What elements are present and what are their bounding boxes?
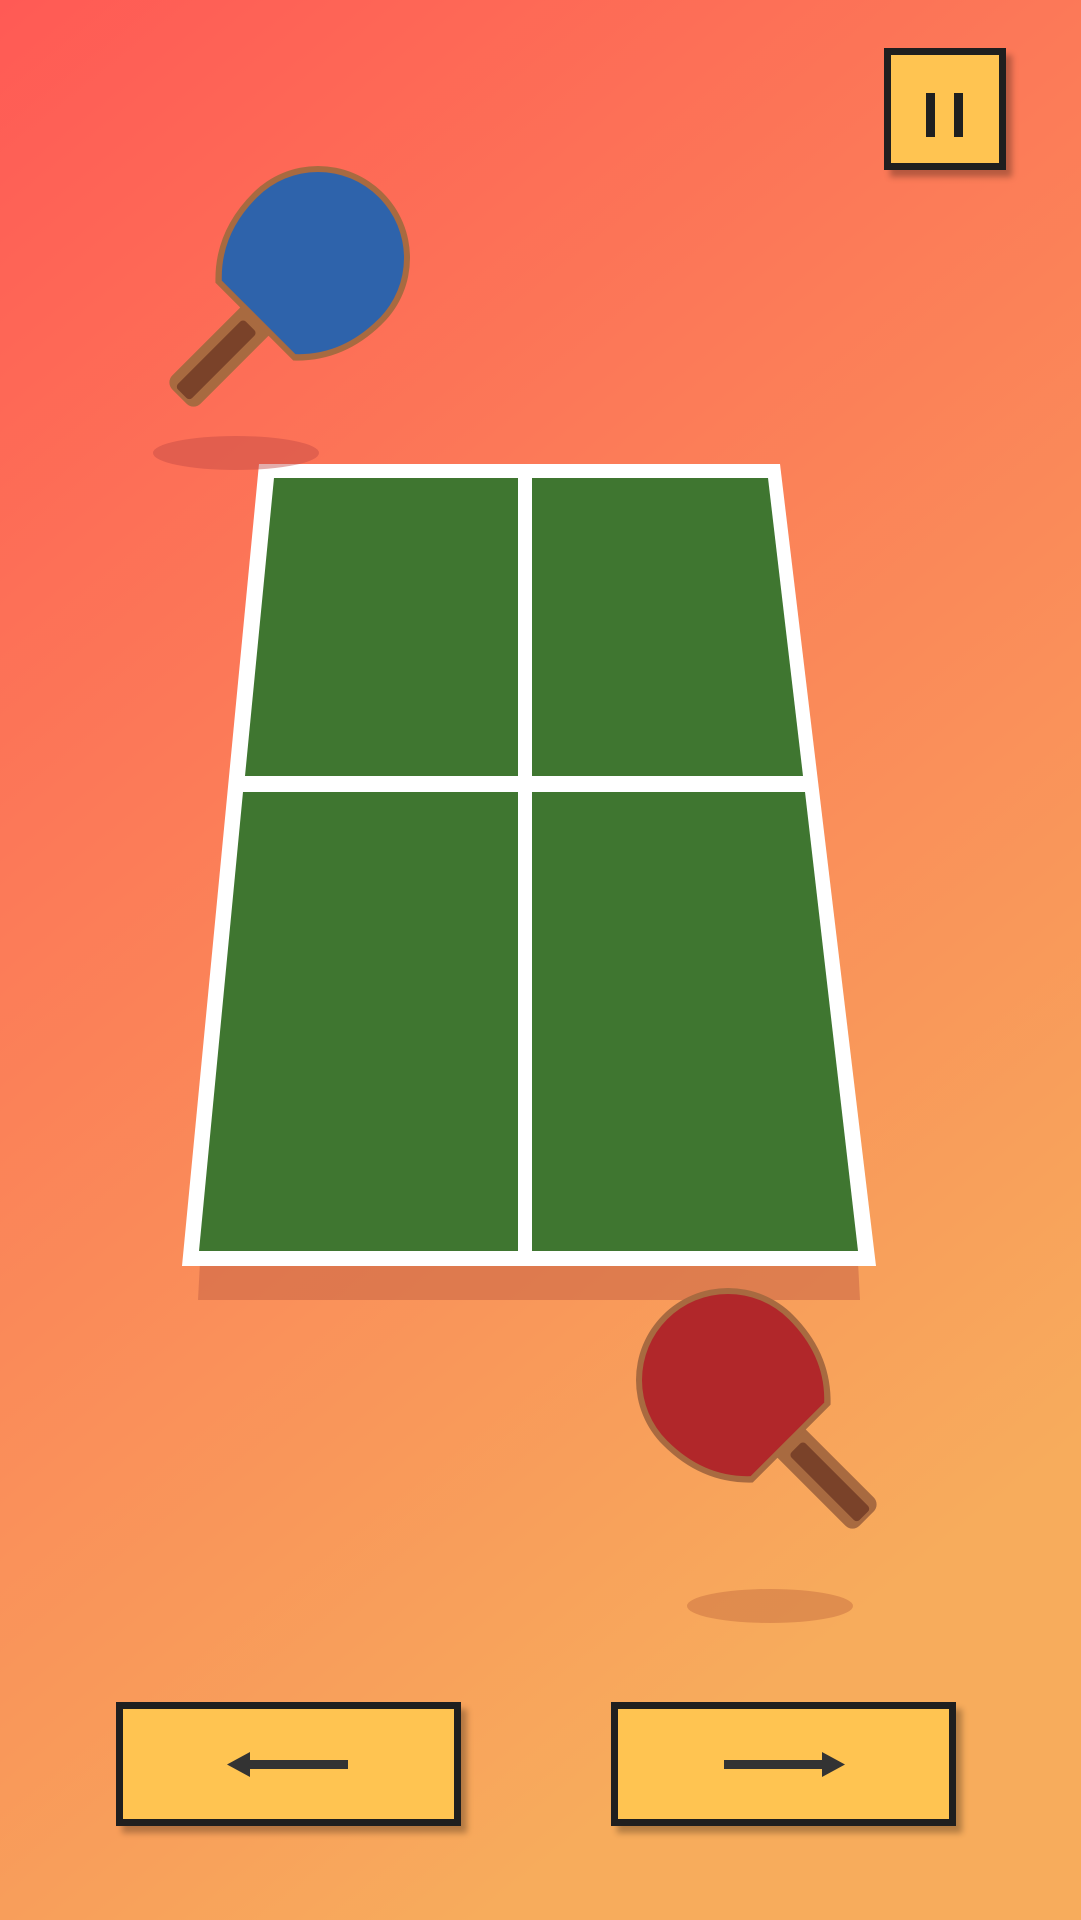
move-left-button[interactable] — [116, 1702, 461, 1826]
pause-icon-bar-right — [954, 93, 963, 137]
game-scene — [0, 0, 1081, 1920]
table-surface-far-right — [532, 478, 803, 776]
table-surface-near-left — [199, 792, 518, 1251]
arrow-left-icon — [227, 1752, 348, 1777]
table-surface-far-left — [245, 478, 518, 776]
pause-button[interactable] — [884, 48, 1006, 170]
opponent-paddle-shadow — [153, 436, 319, 470]
pause-icon-bar-left — [926, 93, 935, 137]
table-surface-near-right — [532, 792, 858, 1251]
ping-pong-table — [182, 464, 876, 1266]
move-right-button[interactable] — [611, 1702, 956, 1826]
game-screen: { "game": "table tennis", "colors": { "b… — [0, 0, 1081, 1920]
arrow-right-icon — [724, 1752, 845, 1777]
player-paddle-shadow — [687, 1589, 853, 1623]
